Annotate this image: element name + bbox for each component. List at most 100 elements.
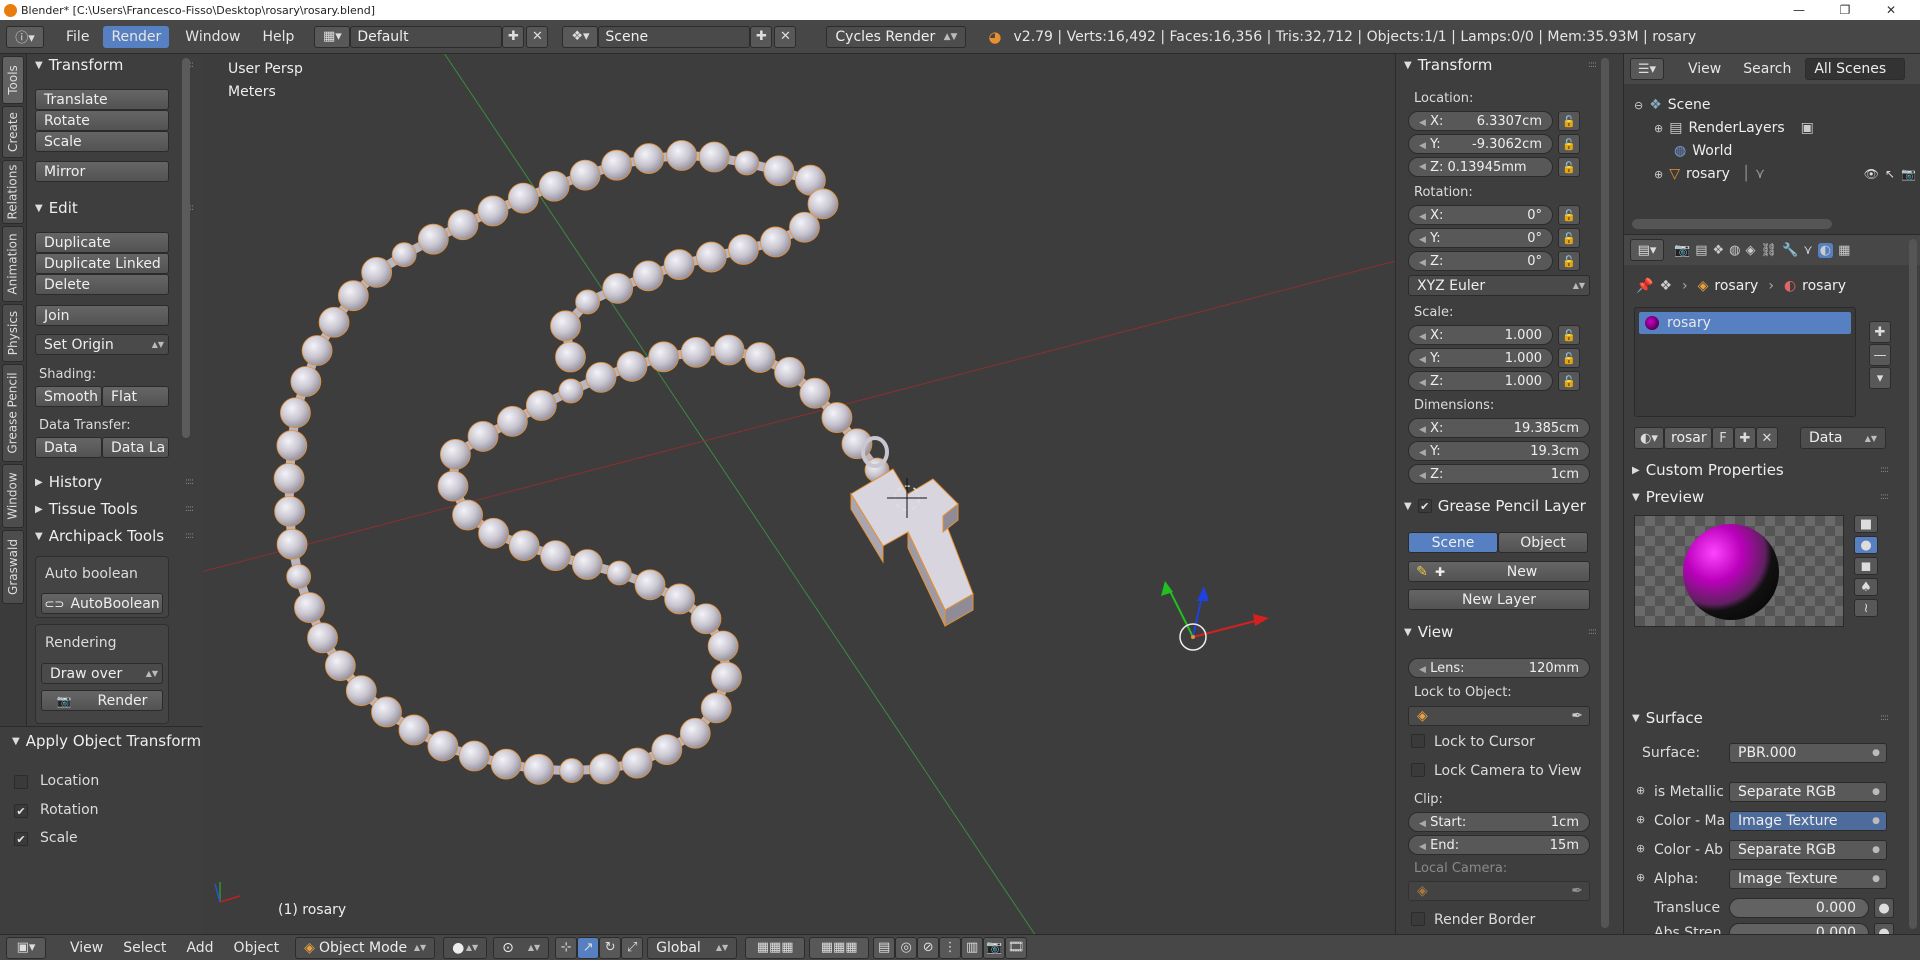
location-z-field[interactable]: ◀ Z: 0.13945mm [1408,157,1553,177]
drag-grip-icon[interactable]: :::: [1880,492,1889,502]
eyedropper-icon[interactable]: ✒ [1571,883,1583,899]
constraints-context-icon[interactable]: ⛓ [1760,243,1777,258]
texture-context-icon[interactable]: ▦ [1838,243,1850,258]
data-layout-button[interactable]: Data La [102,437,169,458]
transform-orientation-dropdown[interactable]: Global ▲▼ [647,936,738,959]
maximize-button[interactable]: ❐ [1822,0,1868,20]
transform-manipulator-icon[interactable] [1161,581,1269,651]
gp-new-button[interactable]: ✎ ✚ New [1408,561,1590,582]
interaction-mode-dropdown[interactable]: ◈ Object Mode ▲▼ [295,936,436,959]
snap-element-icon[interactable]: ⋮ [939,936,962,959]
preview-monkey-icon[interactable]: ♠ [1854,578,1878,596]
translucency-link-icon[interactable]: ● [1874,898,1894,918]
remove-layout-icon[interactable]: ✕ [526,25,549,48]
preview-flat-icon[interactable]: ■ [1854,515,1878,533]
tab-physics[interactable]: Physics [2,304,24,362]
material-name-field[interactable]: rosar [1664,427,1712,449]
join-button[interactable]: Join [35,305,169,326]
dimension-x-field[interactable]: ◀ X: 19.385cm [1408,418,1590,438]
n-transform-panel-header[interactable]: ▼ Transform:::: [1396,54,1602,76]
add-layout-icon[interactable]: ✚ [502,25,525,48]
clip-end-field[interactable]: ◀ End: 15m [1408,835,1590,855]
layout-name-field[interactable]: Default [350,25,503,48]
translucency-slider[interactable]: 0.000 [1729,898,1869,918]
viewport-view-menu[interactable]: View [62,937,111,959]
unlink-material-icon[interactable]: ✕ [1756,427,1778,449]
lock-location-z-icon[interactable]: 🔓 [1558,157,1580,177]
dimension-y-field[interactable]: ◀ Y: 19.3cm [1408,441,1590,461]
grease-pencil-toggle-checkbox[interactable]: ✔ [1417,499,1432,513]
menu-help[interactable]: Help [254,26,302,48]
opengl-render-icon[interactable]: 📷 [983,936,1006,959]
tab-graswald[interactable]: Graswald [2,530,24,604]
rosary-mesh[interactable] [273,140,890,785]
preview-hair-icon[interactable]: ≀ [1854,599,1878,617]
new-material-icon[interactable]: ✚ [1734,427,1756,449]
link-data-dropdown[interactable]: Data ▲▼ [1800,427,1886,449]
outliner-search-menu[interactable]: Search [1735,58,1799,80]
properties-scrollbar[interactable] [1909,239,1917,929]
rotate-manipulator-icon[interactable]: ↻ [599,936,622,959]
menu-render[interactable]: Render [103,25,170,48]
history-panel-header[interactable]: ▶ History:::: [27,471,199,493]
tab-window[interactable]: Window [2,464,24,528]
dimension-z-field[interactable]: ◀ Z: 1cm [1408,464,1590,484]
rotation-x-field[interactable]: ◀ X: 0° [1408,205,1553,225]
renderable-camera-icon[interactable]: 📷 [1901,167,1916,181]
outliner-row-rosary[interactable]: ⊕ ▽ rosary │ ⋎ 👁 ↖ 📷 [1654,163,1916,185]
cross-mesh[interactable] [850,436,974,627]
material-slot-item[interactable]: rosary [1639,312,1851,334]
tab-relations[interactable]: Relations [2,160,24,224]
outliner-editor-type-icon[interactable]: ☰▾ [1630,58,1664,80]
material-context-icon[interactable]: ◐ [1817,242,1834,258]
location-checkbox[interactable] [14,775,28,789]
translate-manipulator-icon[interactable]: ↗ [577,936,600,959]
draw-over-dropdown[interactable]: Draw over ▲▼ [41,663,163,684]
lock-rotation-z-icon[interactable]: 🔓 [1558,251,1580,271]
gp-scene-button[interactable]: Scene [1408,532,1498,553]
minimize-button[interactable]: — [1776,0,1822,20]
opengl-animation-icon[interactable]: 🎞 [1005,936,1028,959]
scene-layers-icon[interactable]: ▦▦▦ [745,936,806,959]
set-origin-dropdown[interactable]: Set Origin ▲▼ [35,334,169,355]
rotate-button[interactable]: Rotate [35,110,169,131]
shade-flat-button[interactable]: Flat [102,386,169,407]
layout-browse-icon[interactable]: ▦▾ [314,25,351,48]
modifiers-context-icon[interactable]: 🔧 [1782,243,1798,258]
lock-object-field[interactable]: ◈ ✒ [1408,706,1590,726]
close-window-button[interactable]: ✕ [1868,0,1914,20]
surface-shader-field[interactable]: PBR.000 ● [1729,743,1887,763]
grease-pencil-layer-panel-header[interactable]: ▼ ✔ Grease Pencil Layer [1396,495,1602,517]
render-border-checkbox[interactable] [1411,912,1425,926]
snap-target-icon[interactable]: ▥ [961,936,984,959]
remove-material-slot-icon[interactable]: — [1869,344,1891,366]
drag-grip-icon[interactable]: :::: [185,477,194,487]
gp-new-layer-button[interactable]: New Layer [1408,589,1590,610]
lens-field[interactable]: ◀ Lens: 120mm [1408,658,1590,678]
apply-transform-panel-header[interactable]: ▼ Apply Object Transform [4,730,203,752]
manipulator-toggle-icon[interactable]: ⊹ [555,936,578,959]
edit-panel-header[interactable]: ▼Edit:::: [27,197,199,219]
outliner-display-dropdown[interactable]: All Scenes [1805,58,1906,80]
viewport-shading-dropdown[interactable]: ● ▲▼ [443,936,488,959]
surface-panel-header[interactable]: ▼ Surface:::: [1624,707,1894,729]
duplicate-button[interactable]: Duplicate [35,232,169,253]
scene-name-field[interactable]: Scene [598,25,751,48]
render-context-icon[interactable]: 📷 [1674,243,1690,258]
location-y-field[interactable]: ◀ Y: -9.3062cm [1408,134,1553,154]
expand-socket-icon[interactable]: ⊕ [1636,842,1645,855]
add-material-slot-icon[interactable]: ✚ [1869,321,1891,343]
expand-socket-icon[interactable]: ⊕ [1636,871,1645,884]
lock-scale-y-icon[interactable]: 🔓 [1558,348,1580,368]
tab-create[interactable]: Create [2,106,24,158]
viewport-object-menu[interactable]: Object [226,937,288,959]
preview-cube-icon[interactable]: ◼ [1854,557,1878,575]
outliner-row-scene[interactable]: ⊖ ❖ Scene [1634,94,1710,116]
browse-material-icon[interactable]: ◐▾ [1634,427,1664,449]
lock-location-x-icon[interactable]: 🔓 [1558,111,1580,131]
n-panel-scrollbar[interactable] [1601,58,1609,928]
selectable-cursor-icon[interactable]: ↖ [1885,167,1895,181]
material-specials-icon[interactable]: ▾ [1869,367,1891,389]
custom-properties-panel-header[interactable]: ▶ Custom Properties:::: [1624,459,1894,481]
drag-grip-icon[interactable]: :::: [185,504,194,514]
